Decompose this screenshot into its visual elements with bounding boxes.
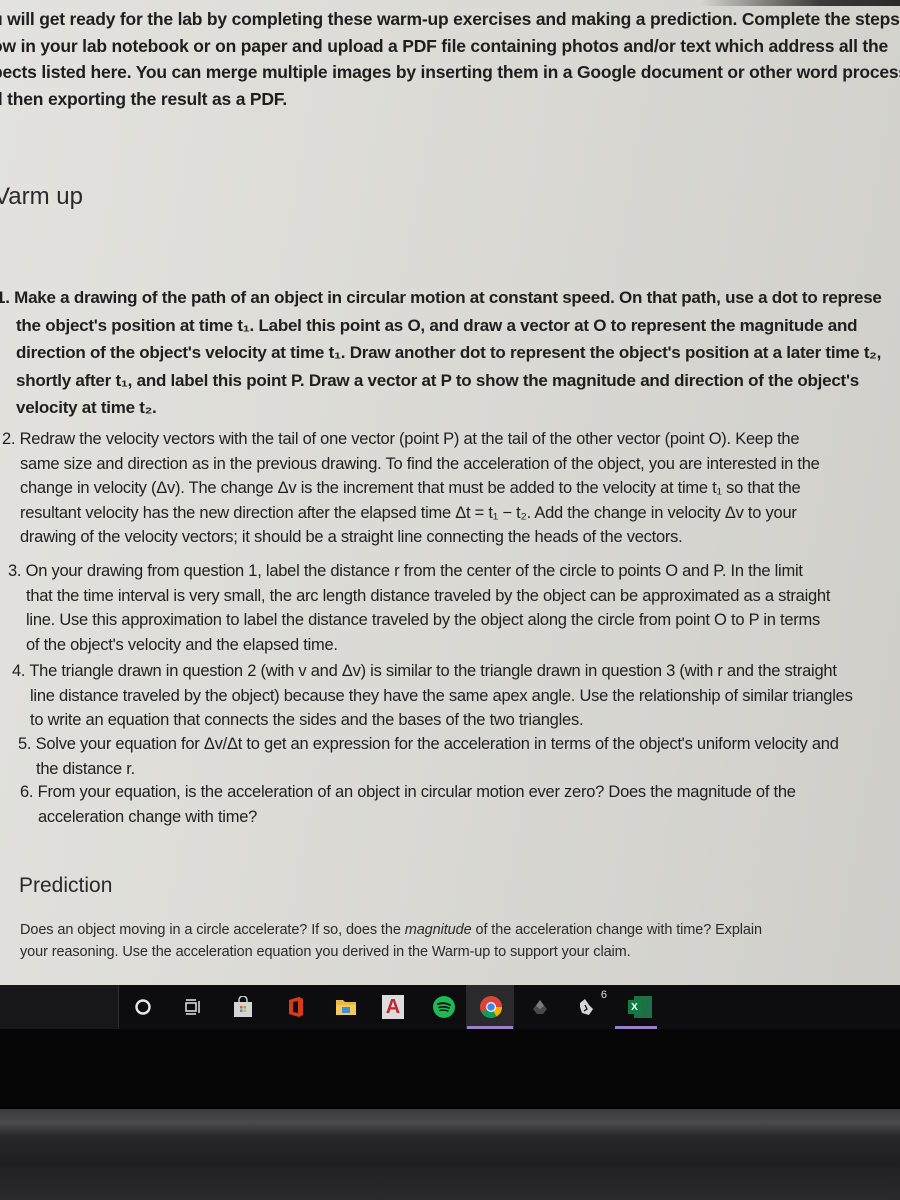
question-number: 4. — [12, 662, 26, 680]
question-line: change in velocity (Δv). The change Δv i… — [20, 479, 801, 497]
question-text: From your equation, is the acceleration … — [37, 783, 796, 801]
chrome-icon[interactable] — [478, 994, 504, 1020]
question-line: to write an equation that connects the s… — [30, 711, 584, 729]
question-line: the object's position at time t₁. Label … — [16, 315, 858, 335]
question-number: 6. — [20, 783, 34, 801]
intro-line: ow in your lab notebook or on paper and … — [0, 35, 889, 56]
question-line: 5. Solve your equation for Δv/Δt to get … — [18, 732, 839, 757]
prediction-text: of the acceleration change with time? Ex… — [471, 922, 762, 938]
question-line: shortly after t₁, and label this point P… — [16, 370, 859, 390]
question-4: 4. The triangle drawn in question 2 (wit… — [12, 659, 853, 733]
question-number: 3. — [8, 562, 22, 580]
question-text: On your drawing from question 1, label t… — [25, 562, 803, 580]
question-3: 3. On your drawing from question 1, labe… — [8, 559, 830, 657]
intro-paragraph: u will get ready for the lab by completi… — [0, 6, 900, 112]
excel-label: X — [628, 1000, 641, 1014]
prediction-text: Does an object moving in a circle accele… — [20, 922, 405, 938]
question-1: 1. Make a drawing of the path of an obje… — [0, 284, 882, 422]
prediction-paragraph: Does an object moving in a circle accele… — [20, 919, 762, 963]
question-6: 6. From your equation, is the accelerati… — [20, 780, 796, 829]
spotify-icon[interactable] — [431, 994, 457, 1020]
question-line: 2. Redraw the velocity vectors with the … — [2, 427, 820, 452]
notification-badge: 6 — [600, 989, 607, 1001]
prediction-emphasis: magnitude — [404, 922, 472, 938]
cortana-circle-icon[interactable] — [130, 994, 156, 1020]
excel-icon[interactable]: X — [627, 994, 653, 1020]
file-explorer-icon[interactable] — [333, 994, 359, 1020]
question-text: Redraw the velocity vectors with the tai… — [19, 430, 800, 448]
question-line: line. Use this approximation to label th… — [26, 611, 821, 629]
question-number: 5. — [18, 735, 32, 753]
question-line: of the object's velocity and the elapsed… — [26, 635, 338, 654]
question-2: 2. Redraw the velocity vectors with the … — [2, 427, 820, 550]
question-line: 3. On your drawing from question 1, labe… — [8, 559, 830, 584]
question-line: 4. The triangle drawn in question 2 (wit… — [12, 659, 853, 684]
intro-line: u will get ready for the lab by completi… — [0, 9, 900, 29]
question-line: that the time interval is very small, th… — [26, 586, 831, 605]
question-line: velocity at time t₂. — [16, 398, 157, 417]
prediction-heading: Prediction — [19, 874, 113, 897]
question-line: acceleration change with time? — [38, 807, 258, 826]
taskbar-search-area[interactable] — [0, 985, 119, 1029]
question-line: same size and direction as in the previo… — [20, 454, 820, 473]
question-text: The triangle drawn in question 2 (with v… — [29, 662, 837, 680]
question-line: 6. From your equation, is the accelerati… — [20, 780, 796, 805]
task-view-icon[interactable] — [180, 994, 206, 1020]
warmup-heading: Varm up — [0, 183, 83, 210]
intro-line: d then exporting the result as a PDF. — [0, 88, 288, 109]
question-line: direction of the object's velocity at ti… — [16, 343, 882, 362]
question-5: 5. Solve your equation for Δv/Δt to get … — [18, 732, 839, 781]
microsoft-store-icon[interactable] — [230, 994, 256, 1020]
access-app-label: A — [382, 995, 404, 1019]
prediction-line: your reasoning. Use the acceleration equ… — [20, 944, 631, 960]
question-line: the distance r. — [36, 759, 135, 778]
question-line: line distance traveled by the object) be… — [30, 686, 853, 705]
browser-content: u will get ready for the lab by completi… — [0, 0, 900, 985]
notification-app-icon[interactable]: 6 — [577, 989, 607, 1020]
screen-bottom-black — [0, 1029, 900, 1109]
question-text: Solve your equation for Δv/Δt to get an … — [35, 735, 839, 753]
intro-line: pects listed here. You can merge multipl… — [0, 62, 900, 82]
question-text: Make a drawing of the path of an object … — [14, 288, 882, 307]
laptop-bezel — [0, 1109, 900, 1200]
question-number: 2. — [2, 430, 16, 448]
question-line: drawing of the velocity vectors; it shou… — [20, 528, 683, 546]
steam-like-app-icon[interactable] — [527, 994, 553, 1020]
question-line: 1. Make a drawing of the path of an obje… — [0, 284, 882, 312]
windows-taskbar: A 6 X — [0, 985, 900, 1029]
question-number: 1. — [0, 288, 10, 307]
question-line: resultant velocity has the new direction… — [20, 503, 797, 522]
office-icon[interactable] — [282, 994, 308, 1020]
prediction-line: Does an object moving in a circle accele… — [20, 919, 762, 941]
access-app-icon[interactable]: A — [380, 994, 406, 1020]
